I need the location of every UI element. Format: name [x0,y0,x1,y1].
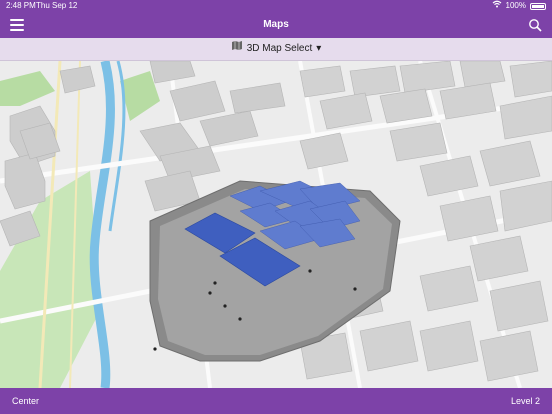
center-button[interactable]: Center [12,388,39,414]
map-icon [231,38,243,60]
footer-bar: Center Level 2 [0,388,552,414]
map-select-bar: 3D Map Select ▾ [0,38,552,61]
page-title: Maps [263,19,289,30]
map-select-button[interactable]: 3D Map Select ▾ [231,38,322,60]
battery-percent: 100% [505,1,526,10]
battery-icon [530,2,546,10]
map-3d-render[interactable] [0,61,552,388]
status-time: 2:48 PM [6,1,36,10]
map-view[interactable] [0,61,552,388]
level-select-button[interactable]: Level 2 [511,388,540,414]
nav-bar: Maps [0,12,552,38]
map-select-label: 3D Map Select [246,43,313,54]
chevron-down-icon: ▾ [316,43,322,54]
search-icon[interactable] [528,18,542,32]
status-date: Thu Sep 12 [36,1,78,10]
wifi-icon [492,0,502,12]
status-bar: 2:48 PM Thu Sep 12 100% [0,0,552,12]
status-right: 100% [492,0,546,12]
